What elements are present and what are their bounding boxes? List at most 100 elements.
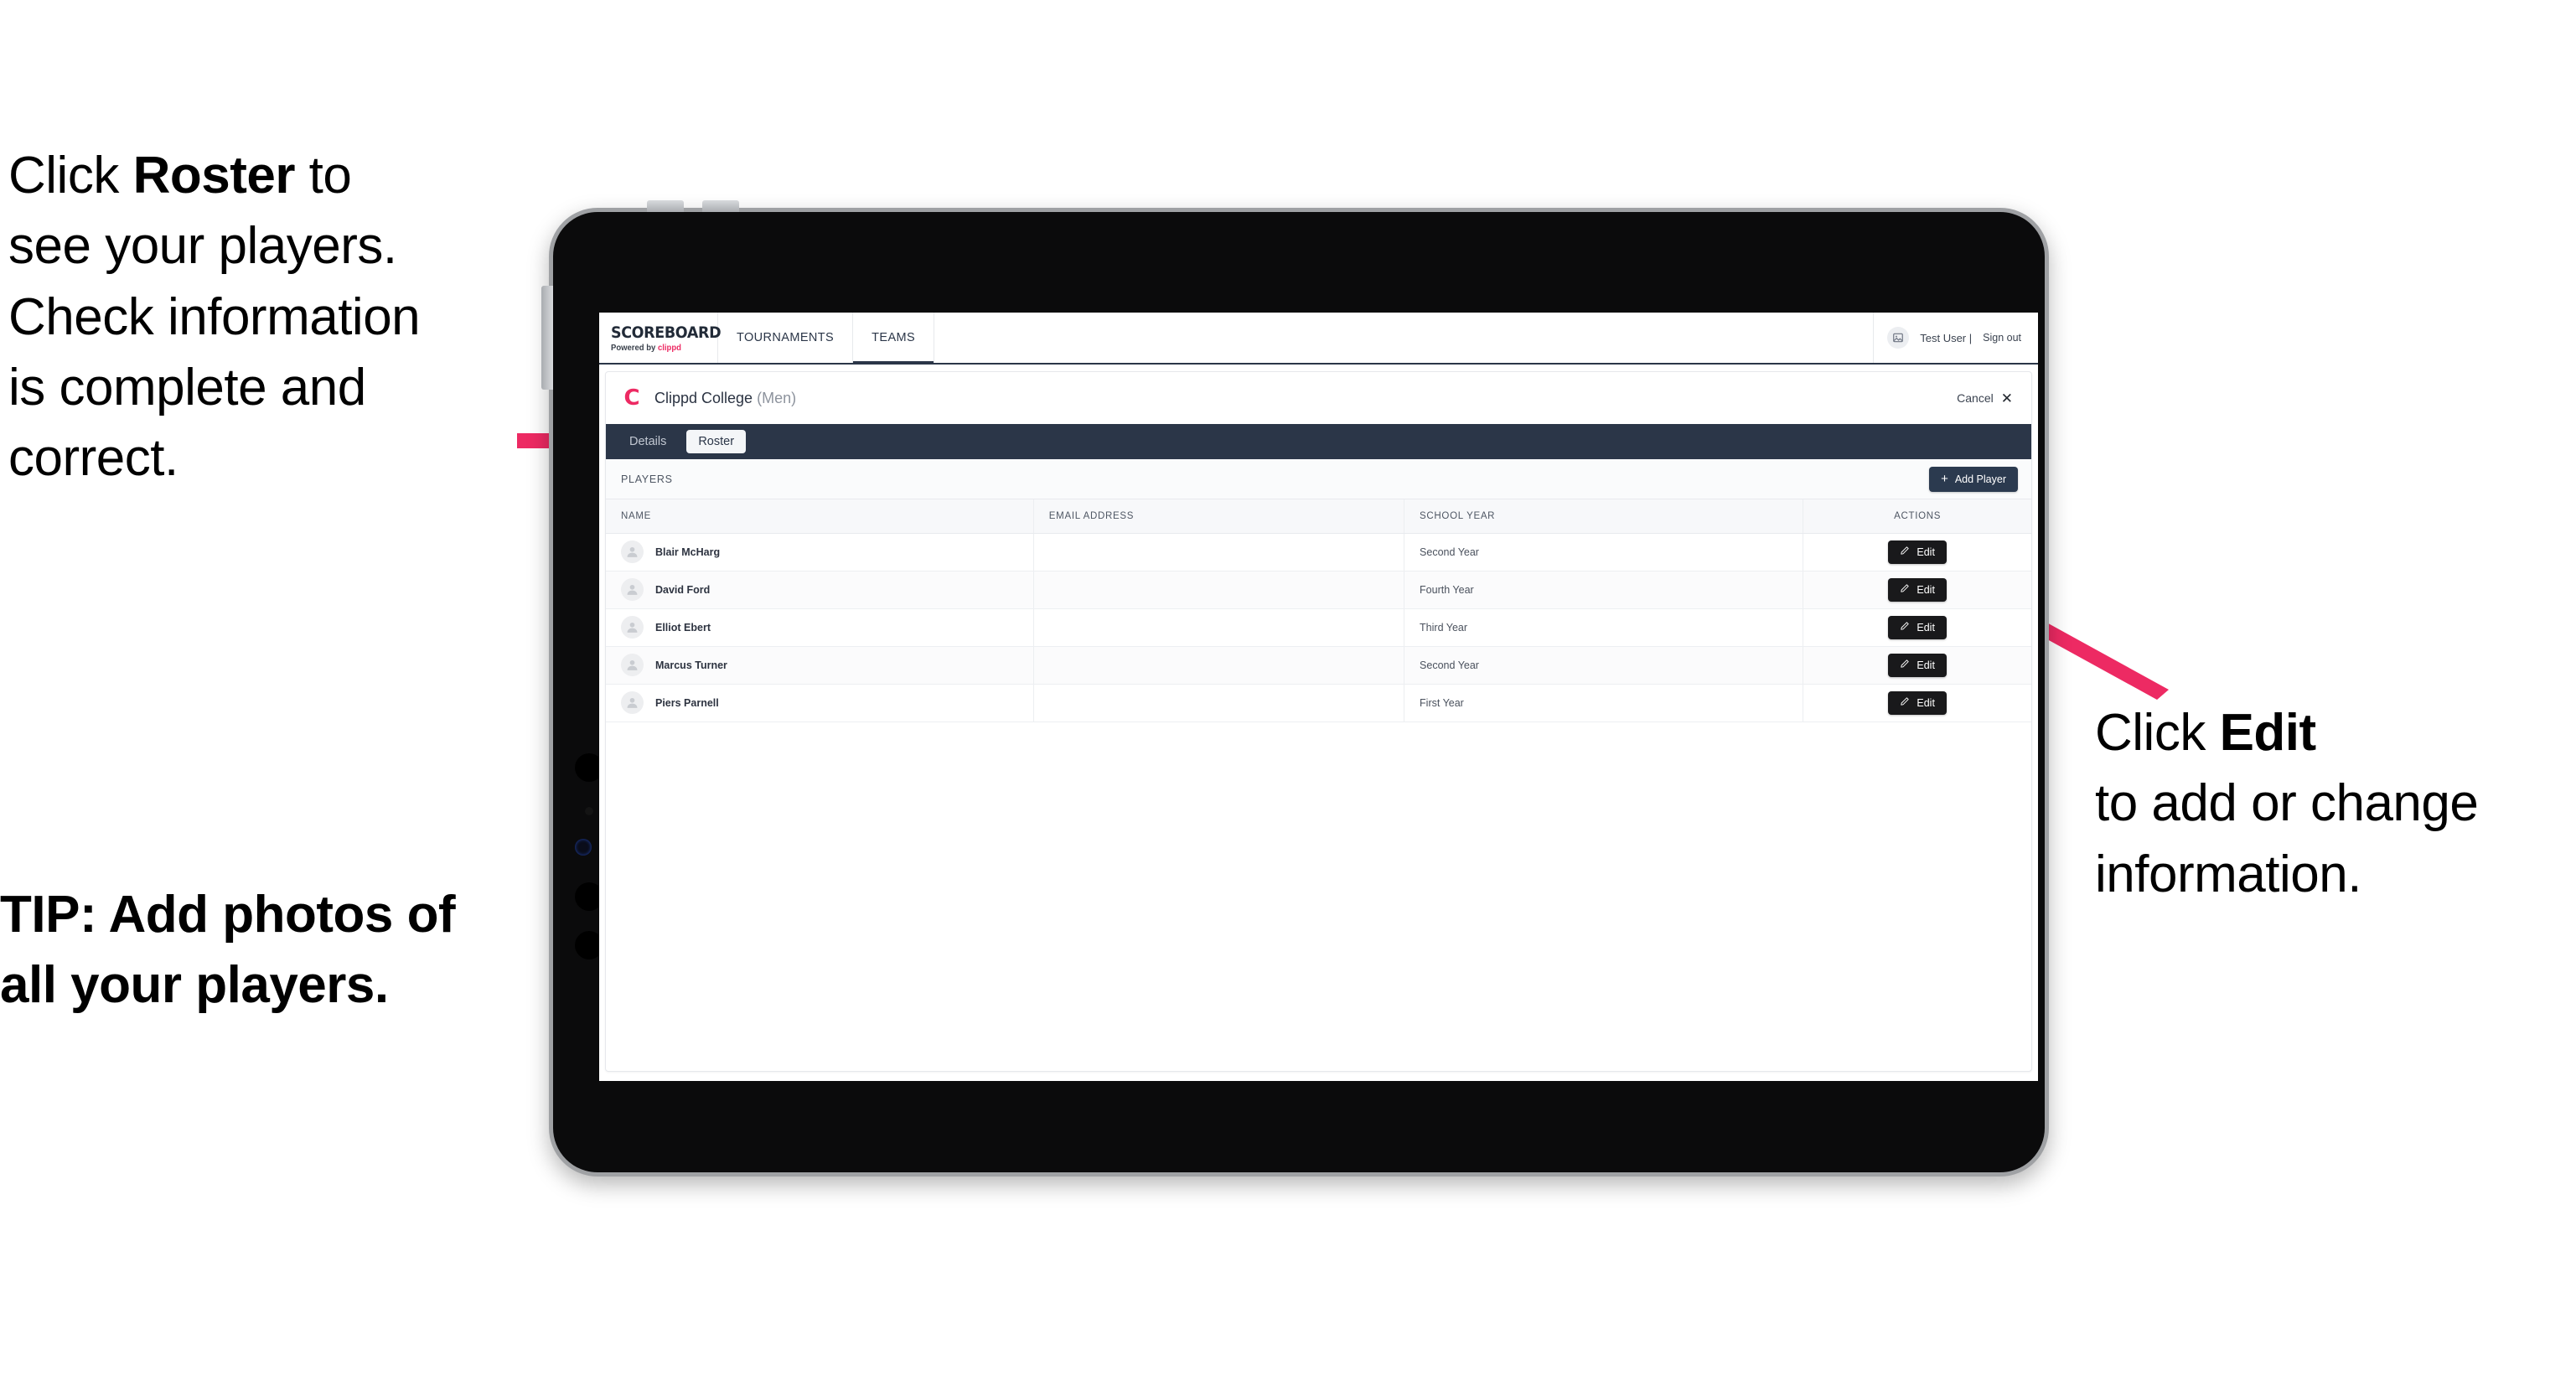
cell-email bbox=[1033, 684, 1405, 722]
cell-school-year: Second Year bbox=[1404, 646, 1804, 685]
subtab-roster[interactable]: Roster bbox=[686, 430, 747, 453]
edit-label: Edit bbox=[1916, 546, 1935, 558]
pencil-icon bbox=[1900, 546, 1910, 558]
cell-email bbox=[1033, 646, 1405, 685]
volume-up-button[interactable] bbox=[647, 200, 684, 212]
players-section-label: PLAYERS bbox=[621, 473, 673, 485]
add-player-label: Add Player bbox=[1954, 473, 2006, 485]
players-section-bar: PLAYERS + Add Player bbox=[606, 459, 2031, 499]
annotation-right-post: to add or change information. bbox=[2095, 774, 2479, 903]
cell-actions: Edit bbox=[1803, 608, 2031, 647]
edit-label: Edit bbox=[1916, 583, 1935, 596]
team-name-title: Clippd College (Men) bbox=[654, 390, 796, 407]
cell-school-year: Second Year bbox=[1404, 533, 1804, 571]
cell-email bbox=[1033, 533, 1405, 571]
cell-name: Marcus Turner bbox=[606, 646, 1034, 685]
pencil-icon bbox=[1900, 621, 1910, 634]
user-name-label: Test User | bbox=[1920, 331, 1973, 344]
cell-school-year: Third Year bbox=[1404, 608, 1804, 647]
cell-actions: Edit bbox=[1803, 533, 2031, 571]
column-header-name: NAME bbox=[606, 499, 1034, 534]
player-name-label: Blair McHarg bbox=[655, 546, 721, 558]
cell-actions: Edit bbox=[1803, 646, 2031, 685]
roster-header-row: NAME EMAIL ADDRESS SCHOOL YEAR ACTIONS bbox=[606, 499, 2031, 534]
player-name-label: Elliot Ebert bbox=[655, 621, 711, 634]
edit-button[interactable]: Edit bbox=[1888, 653, 1947, 677]
cell-email bbox=[1033, 608, 1405, 647]
volume-down-button[interactable] bbox=[702, 200, 739, 212]
edit-button[interactable]: Edit bbox=[1888, 540, 1947, 564]
annotation-right-strong: Edit bbox=[2219, 704, 2317, 762]
brand-subtitle: Powered by clippd bbox=[611, 344, 712, 353]
account-area: Test User | Sign out bbox=[1874, 313, 2038, 363]
annotation-left-tip: TIP: Add photos of all your players. bbox=[0, 886, 456, 1015]
avatar-icon bbox=[621, 616, 644, 639]
edit-button[interactable]: Edit bbox=[1888, 615, 1947, 639]
edit-button[interactable]: Edit bbox=[1888, 577, 1947, 602]
close-icon: ✕ bbox=[2000, 390, 2013, 406]
plus-icon: + bbox=[1941, 472, 1948, 486]
power-button[interactable] bbox=[541, 286, 553, 390]
table-row: Marcus Turner Second Year Edit bbox=[606, 646, 2031, 685]
column-header-school-year: SCHOOL YEAR bbox=[1404, 499, 1804, 534]
subtab-details[interactable]: Details bbox=[618, 430, 678, 453]
table-row: Elliot Ebert Third Year Edit bbox=[606, 608, 2031, 647]
player-name-label: David Ford bbox=[655, 583, 711, 596]
column-header-email: EMAIL ADDRESS bbox=[1033, 499, 1405, 534]
pencil-icon bbox=[1900, 696, 1910, 709]
brand-clippd-name: clippd bbox=[657, 343, 681, 353]
sign-out-link[interactable]: Sign out bbox=[1983, 332, 2021, 344]
pencil-icon bbox=[1900, 583, 1910, 596]
cell-name: Elliot Ebert bbox=[606, 608, 1034, 647]
front-camera-icon bbox=[575, 839, 592, 856]
player-name-label: Piers Parnell bbox=[655, 696, 719, 709]
roster-table: NAME EMAIL ADDRESS SCHOOL YEAR ACTIONS B… bbox=[606, 499, 2031, 722]
annotation-left-pre: Click bbox=[8, 147, 133, 204]
annotation-left-strong: Roster bbox=[132, 147, 296, 204]
clippd-c-logo-icon: C bbox=[623, 385, 640, 411]
scoreboard-logo[interactable]: SCOREBOARD Powered by clippd bbox=[599, 313, 722, 363]
edit-label: Edit bbox=[1916, 621, 1935, 634]
tablet-device-frame: SCOREBOARD Powered by clippd TOURNAMENTS… bbox=[541, 200, 2049, 1177]
edit-label: Edit bbox=[1916, 696, 1935, 709]
tab-tournaments[interactable]: TOURNAMENTS bbox=[718, 313, 854, 363]
edit-button[interactable]: Edit bbox=[1888, 690, 1947, 715]
player-name-label: Marcus Turner bbox=[655, 659, 727, 671]
cell-name: Blair McHarg bbox=[606, 533, 1034, 571]
cell-name: David Ford bbox=[606, 571, 1034, 609]
table-row: Blair McHarg Second Year Edit bbox=[606, 533, 2031, 571]
cancel-label: Cancel bbox=[1957, 391, 1994, 405]
avatar-icon bbox=[621, 691, 644, 714]
team-card-header: C Clippd College (Men) Cancel ✕ bbox=[606, 372, 2031, 424]
annotation-right-edit: Click Edit to add or change information. bbox=[2095, 698, 2576, 910]
annotation-right-pre: Click bbox=[2095, 704, 2220, 762]
brand-title: SCOREBOARD bbox=[611, 323, 722, 342]
cell-school-year: Fourth Year bbox=[1404, 571, 1804, 609]
column-header-actions: ACTIONS bbox=[1803, 499, 2031, 534]
slide-canvas: Click Roster to see your players. Check … bbox=[0, 0, 2576, 1386]
avatar-icon bbox=[621, 540, 644, 563]
cell-actions: Edit bbox=[1803, 684, 2031, 722]
add-player-button[interactable]: + Add Player bbox=[1929, 466, 2018, 492]
team-gender-text: (Men) bbox=[757, 389, 797, 406]
microphone-icon bbox=[585, 807, 593, 815]
table-row: Piers Parnell First Year Edit bbox=[606, 684, 2031, 722]
annotation-left-roster: Click Roster to see your players. Check … bbox=[8, 141, 545, 494]
roster-table-body: Blair McHarg Second Year Edit David Ford Fou… bbox=[606, 533, 2031, 722]
tablet-screen: SCOREBOARD Powered by clippd TOURNAMENTS… bbox=[599, 313, 2038, 1081]
topnav-spacer bbox=[934, 313, 1875, 363]
user-image-icon[interactable] bbox=[1887, 327, 1910, 349]
cancel-button[interactable]: Cancel ✕ bbox=[1957, 391, 2013, 406]
pencil-icon bbox=[1900, 659, 1910, 671]
brand-powered-prefix: Powered by bbox=[611, 343, 658, 353]
team-name-text: Clippd College bbox=[654, 389, 758, 406]
tab-teams[interactable]: TEAMS bbox=[853, 313, 935, 365]
cell-email bbox=[1033, 571, 1405, 609]
cell-actions: Edit bbox=[1803, 571, 2031, 609]
team-subtab-bar: Details Roster bbox=[606, 424, 2031, 459]
edit-label: Edit bbox=[1916, 659, 1935, 671]
avatar-icon bbox=[621, 578, 644, 601]
table-row: David Ford Fourth Year Edit bbox=[606, 571, 2031, 609]
cell-school-year: First Year bbox=[1404, 684, 1804, 722]
roster-table-head: NAME EMAIL ADDRESS SCHOOL YEAR ACTIONS bbox=[606, 499, 2031, 534]
